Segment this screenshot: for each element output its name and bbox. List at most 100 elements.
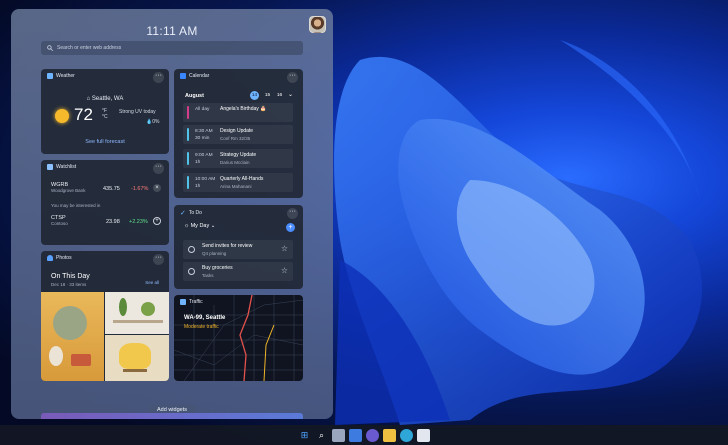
photo-leg-shape bbox=[123, 369, 147, 372]
precip-value: 0% bbox=[152, 119, 160, 125]
more-options-icon[interactable]: ··· bbox=[287, 208, 298, 219]
photo-leaf-shape bbox=[119, 298, 127, 316]
photo-tile[interactable] bbox=[105, 292, 169, 334]
weather-location: ⌂ Seattle, WA bbox=[86, 96, 124, 102]
event-start: 10:00 AM bbox=[195, 177, 216, 182]
precipitation: 💧0% bbox=[146, 119, 160, 125]
event-color-bar bbox=[187, 128, 189, 141]
task-checkbox[interactable] bbox=[188, 246, 195, 253]
stock-row[interactable]: WGRB Woodgrove Bank bbox=[51, 182, 85, 193]
temperature: 72 bbox=[74, 105, 93, 124]
checkmark-icon: ✓ bbox=[180, 210, 186, 217]
search-input[interactable]: Search or enter web address bbox=[57, 45, 121, 51]
calendar-month: August bbox=[185, 93, 204, 99]
calendar-day-selected[interactable]: 14 bbox=[250, 91, 259, 100]
task-checkbox[interactable] bbox=[188, 268, 195, 275]
todo-widget[interactable]: ✓ To Do ··· ☼ My Day ⌄ + Send invites fo… bbox=[174, 205, 303, 289]
chat-icon[interactable] bbox=[366, 428, 379, 442]
calendar-event[interactable]: 9:00 AM 1h Strategy Update Darius Mcclain bbox=[183, 149, 293, 168]
task-text: Send invites for review Q4 planning bbox=[202, 243, 252, 257]
calendar-title: Calendar bbox=[189, 73, 210, 79]
todo-item[interactable]: Send invites for review Q4 planning ☆ bbox=[183, 240, 293, 259]
event-color-bar bbox=[187, 152, 189, 165]
weather-icon bbox=[47, 73, 53, 79]
event-time: 10:00 AM 1h bbox=[195, 176, 215, 190]
calendar-event[interactable]: 8:30 AM 30 min Design Update Conf Rm 32/35 bbox=[183, 125, 293, 144]
todo-header: ✓ To Do bbox=[180, 209, 202, 217]
event-location: Conf Rm 32/35 bbox=[220, 136, 251, 141]
photo-tile[interactable] bbox=[105, 335, 169, 381]
todo-list-selector[interactable]: ☼ My Day ⌄ bbox=[184, 223, 215, 229]
event-start: 9:00 AM bbox=[195, 153, 213, 158]
photos-widget[interactable]: Photos ··· On This Day Dec 18 · 33 items… bbox=[41, 251, 169, 381]
event-duration: 1h bbox=[195, 160, 201, 165]
stock-name: Woodgrove Bank bbox=[51, 188, 86, 193]
task-view-icon[interactable] bbox=[332, 428, 345, 442]
add-task-button[interactable]: + bbox=[286, 223, 295, 232]
chevron-down-icon[interactable]: ⌄ bbox=[286, 91, 295, 100]
event-time: All day bbox=[195, 107, 210, 112]
search-icon[interactable]: ⌕ bbox=[315, 429, 328, 442]
user-avatar[interactable] bbox=[309, 16, 326, 33]
cloud-icon bbox=[47, 255, 53, 261]
calendar-event[interactable]: 10:00 AM 1h Quarterly All-Hands Arina Maha… bbox=[183, 173, 293, 192]
full-forecast-link[interactable]: See full forecast bbox=[41, 139, 169, 145]
stock-change: +2.23% bbox=[129, 219, 148, 225]
stock-change: -1.67% bbox=[131, 186, 149, 192]
calendar-day[interactable]: 16 bbox=[275, 91, 284, 100]
store-icon[interactable] bbox=[417, 428, 430, 442]
more-options-icon[interactable]: ··· bbox=[153, 72, 164, 83]
unit-toggle[interactable]: °F °C bbox=[102, 108, 108, 120]
stock-price: 435.75 bbox=[103, 186, 120, 192]
event-duration: 30 min bbox=[195, 136, 210, 141]
widgets-icon[interactable] bbox=[349, 428, 362, 442]
todo-item[interactable]: Buy groceries Tasks ☆ bbox=[183, 262, 293, 281]
calendar-icon bbox=[180, 73, 186, 79]
star-icon[interactable]: ☆ bbox=[281, 244, 288, 253]
weather-title: Weather bbox=[56, 73, 75, 79]
traffic-icon bbox=[180, 299, 186, 305]
widgets-panel: 11:11 AM Search or enter web address Wea… bbox=[11, 9, 333, 419]
calendar-event[interactable]: All day Angela's Birthday 🎂 bbox=[183, 103, 293, 122]
chart-icon bbox=[47, 164, 53, 170]
task-title: Buy groceries bbox=[202, 265, 233, 271]
photo-plant-shape bbox=[53, 306, 87, 340]
traffic-widget[interactable]: Traffic WA-99, Seattle Moderate traffic bbox=[174, 295, 303, 381]
more-options-icon[interactable]: ··· bbox=[287, 72, 298, 83]
more-options-icon[interactable]: ··· bbox=[153, 254, 164, 265]
star-icon[interactable]: ☆ bbox=[281, 266, 288, 275]
photo-tile[interactable] bbox=[41, 292, 104, 381]
more-options-icon[interactable]: ··· bbox=[153, 163, 164, 174]
edge-icon[interactable] bbox=[400, 428, 413, 442]
photo-leaf-shape bbox=[141, 302, 155, 316]
weather-widget[interactable]: Weather ··· ⌂ Seattle, WA 72 °F °C Strong… bbox=[41, 69, 169, 154]
task-text: Buy groceries Tasks bbox=[202, 265, 233, 279]
search-bar[interactable]: Search or enter web address bbox=[41, 41, 303, 55]
photo-vase-shape bbox=[49, 346, 63, 366]
event-info: Design Update Conf Rm 32/35 bbox=[220, 128, 253, 142]
calendar-widget[interactable]: Calendar ··· August 14 15 16 ⌄ All day A… bbox=[174, 69, 303, 198]
start-icon[interactable]: ⊞ bbox=[298, 429, 311, 442]
add-stock-icon[interactable]: + bbox=[153, 217, 161, 225]
file-explorer-icon[interactable] bbox=[383, 428, 396, 442]
event-title: Design Update bbox=[220, 128, 254, 134]
stock-row[interactable]: CTSP Contoso bbox=[51, 215, 68, 226]
unit-c[interactable]: °C bbox=[102, 114, 108, 120]
clock: 11:11 AM bbox=[146, 24, 198, 38]
event-title: Strategy Update bbox=[220, 152, 257, 158]
traffic-status: Moderate traffic bbox=[184, 324, 219, 330]
next-widget-peek bbox=[41, 413, 303, 419]
event-organizer: Arina Mahanani bbox=[220, 184, 252, 189]
see-all-link[interactable]: See all bbox=[145, 280, 159, 285]
todo-title: To Do bbox=[188, 210, 202, 216]
event-info: Strategy Update Darius Mcclain bbox=[220, 152, 256, 166]
watchlist-widget[interactable]: Watchlist ··· WGRB Woodgrove Bank 435.75… bbox=[41, 160, 169, 245]
task-list: Q4 planning bbox=[202, 251, 227, 256]
stock-price: 23.98 bbox=[106, 219, 120, 225]
calendar-day[interactable]: 15 bbox=[263, 91, 272, 100]
taskbar: ⊞ ⌕ bbox=[0, 425, 728, 445]
chevron-down-icon: ⌄ bbox=[210, 223, 216, 229]
stock-name: Contoso bbox=[51, 221, 68, 226]
watchlist-title: Watchlist bbox=[56, 164, 77, 170]
remove-stock-icon[interactable]: × bbox=[153, 184, 161, 192]
